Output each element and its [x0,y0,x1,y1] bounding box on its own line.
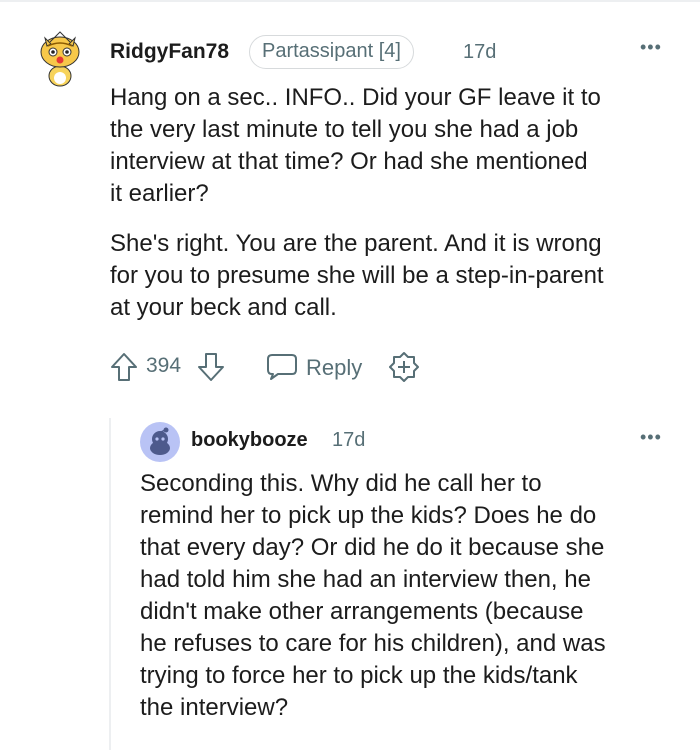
comment-timestamp[interactable]: 17d [463,41,496,64]
reply-username[interactable]: bookybooze [191,429,308,452]
award-plus-icon[interactable] [388,351,420,383]
user-flair: Partassipant [4] [249,35,414,69]
reply-button[interactable]: Reply [266,350,376,384]
comment-paragraph-1: Hang on a sec.. INFO.. Did your GF leave… [110,84,601,207]
default-snoo-avatar-icon[interactable] [140,422,180,462]
comment-paragraph-2: She's right. You are the parent. And it … [110,230,604,321]
comment-action-bar: 394 Reply [110,348,430,384]
snoo-avatar-yellow-icon[interactable] [36,26,84,88]
top-divider [0,0,700,2]
reply-body: Seconding this. Why did he call her to r… [140,470,606,721]
downvote-arrow-icon[interactable] [197,352,225,382]
reply-more-options-icon[interactable]: ••• [640,428,670,446]
thread-line[interactable] [109,418,111,750]
vote-score: 394 [146,354,182,377]
reply-label: Reply [306,355,363,380]
upvote-arrow-icon[interactable] [110,352,138,382]
comment-username[interactable]: RidgyFan78 [110,40,229,64]
more-options-icon[interactable]: ••• [640,38,670,56]
speech-bubble-icon [267,354,297,380]
reply-timestamp[interactable]: 17d [332,429,365,452]
